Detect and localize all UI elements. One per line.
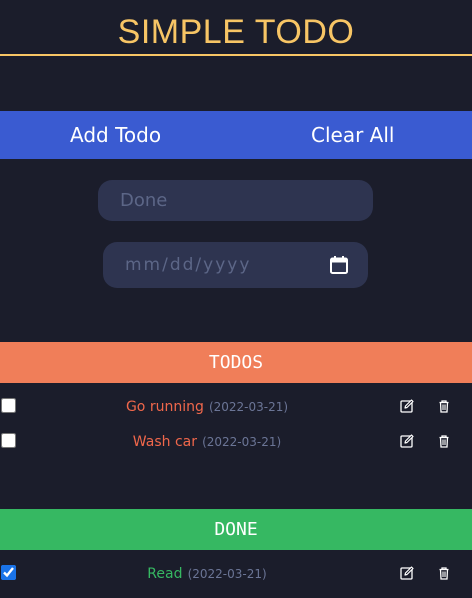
todo-input[interactable] [98, 180, 373, 221]
action-bar: Add Todo Clear All [0, 111, 472, 159]
edit-icon[interactable] [400, 399, 414, 413]
done-item: Read (2022-03-21) [0, 561, 472, 585]
edit-icon[interactable] [400, 566, 414, 580]
trash-icon[interactable] [437, 434, 451, 448]
todo-name: Wash car [132, 434, 197, 450]
done-section-header: DONE [0, 509, 472, 550]
trash-icon[interactable] [437, 566, 451, 580]
done-date: (2022-03-21) [187, 567, 267, 581]
calendar-icon[interactable] [329, 255, 349, 275]
todo-date: (2022-03-21) [202, 435, 282, 449]
todo-name: Go running [125, 399, 204, 415]
todo-item: Wash car (2022-03-21) [0, 429, 472, 453]
done-name: Read [147, 566, 183, 582]
todos-section-header: TODOS [0, 342, 472, 383]
todo-item: Go running (2022-03-21) [0, 394, 472, 418]
trash-icon[interactable] [437, 399, 451, 413]
todo-date: (2022-03-21) [208, 400, 289, 414]
add-todo-button[interactable]: Add Todo [70, 111, 161, 159]
clear-all-button[interactable]: Clear All [311, 111, 394, 159]
edit-icon[interactable] [400, 434, 414, 448]
title-divider [0, 54, 472, 56]
date-placeholder: mm/dd/yyyy [125, 255, 252, 275]
app-title: SIMPLE TODO [117, 13, 355, 51]
date-input[interactable]: mm/dd/yyyy [103, 242, 368, 288]
